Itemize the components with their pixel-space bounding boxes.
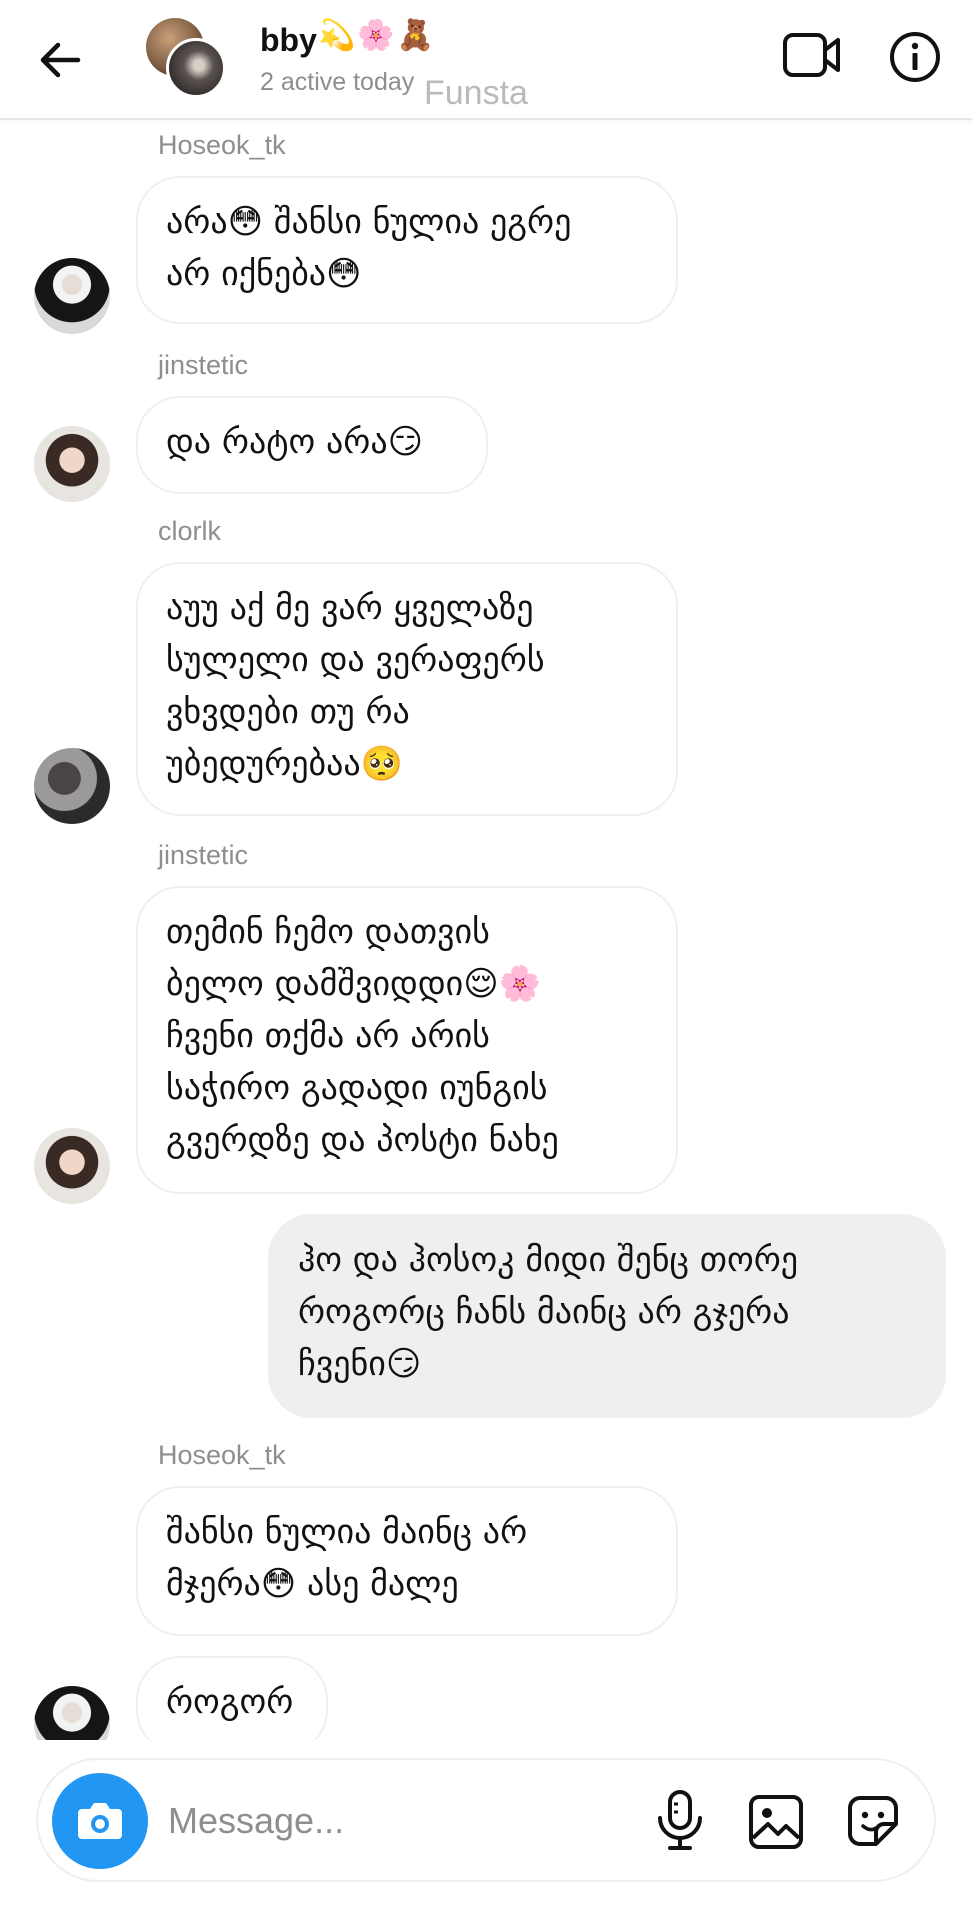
sender-avatar[interactable]	[34, 1686, 110, 1740]
message-input[interactable]	[168, 1786, 648, 1856]
chat-title-emoji: 💫🌸🧸	[318, 18, 437, 53]
video-camera-icon	[783, 33, 840, 77]
watermark: Funsta	[424, 74, 528, 112]
back-button[interactable]	[34, 34, 86, 86]
camera-icon	[78, 1803, 122, 1839]
info-button[interactable]	[888, 30, 942, 84]
sender-avatar[interactable]	[34, 1128, 110, 1204]
sender-avatar[interactable]	[34, 426, 110, 502]
gallery-icon	[749, 1795, 803, 1849]
message-bubble[interactable]: არა😳 შანსი ნულია ეგრე არ იქნება😳	[136, 176, 678, 324]
camera-button[interactable]	[52, 1773, 148, 1869]
message-bubble[interactable]: თემინ ჩემო დათვის ბელო დამშვიდდი😌🌸 ჩვენი…	[136, 886, 678, 1194]
back-arrow-icon	[40, 42, 81, 78]
active-status: 2 active today	[260, 68, 415, 96]
message-bubble[interactable]: შანსი ნულია მაინც არ მჯერა😳 ასე მალე	[136, 1486, 678, 1636]
message-bubble[interactable]: და რატო არა😏	[136, 396, 488, 494]
sender-name: Hoseok_tk	[158, 130, 286, 160]
message-list[interactable]: Hoseok_tk არა😳 შანსი ნულია ეგრე არ იქნებ…	[0, 120, 972, 1740]
sender-name: jinstetic	[158, 840, 249, 870]
message-composer	[36, 1758, 936, 1882]
sender-name: jinstetic	[158, 350, 249, 380]
video-call-button[interactable]	[782, 30, 842, 80]
chat-title[interactable]: bby	[260, 22, 317, 59]
message-bubble[interactable]: როგორ	[136, 1656, 328, 1740]
group-avatar[interactable]	[146, 18, 226, 98]
sender-name: Hoseok_tk	[158, 1440, 286, 1470]
info-icon	[890, 32, 940, 82]
sender-avatar[interactable]	[34, 258, 110, 334]
voice-message-button[interactable]	[650, 1788, 710, 1852]
microphone-icon	[658, 1790, 702, 1850]
avatar-front	[166, 38, 226, 98]
sticker-icon	[848, 1796, 898, 1846]
own-message-bubble[interactable]: ჰო და ჰოსოკ მიდი შენც თორე როგორც ჩანს მ…	[268, 1214, 946, 1418]
sender-avatar[interactable]	[34, 748, 110, 824]
gallery-button[interactable]	[746, 1792, 806, 1852]
message-bubble[interactable]: აუუ აქ მე ვარ ყველაზე სულელი და ვერაფერს…	[136, 562, 678, 816]
sticker-button[interactable]	[842, 1790, 904, 1852]
sender-name: clorlk	[158, 516, 222, 546]
